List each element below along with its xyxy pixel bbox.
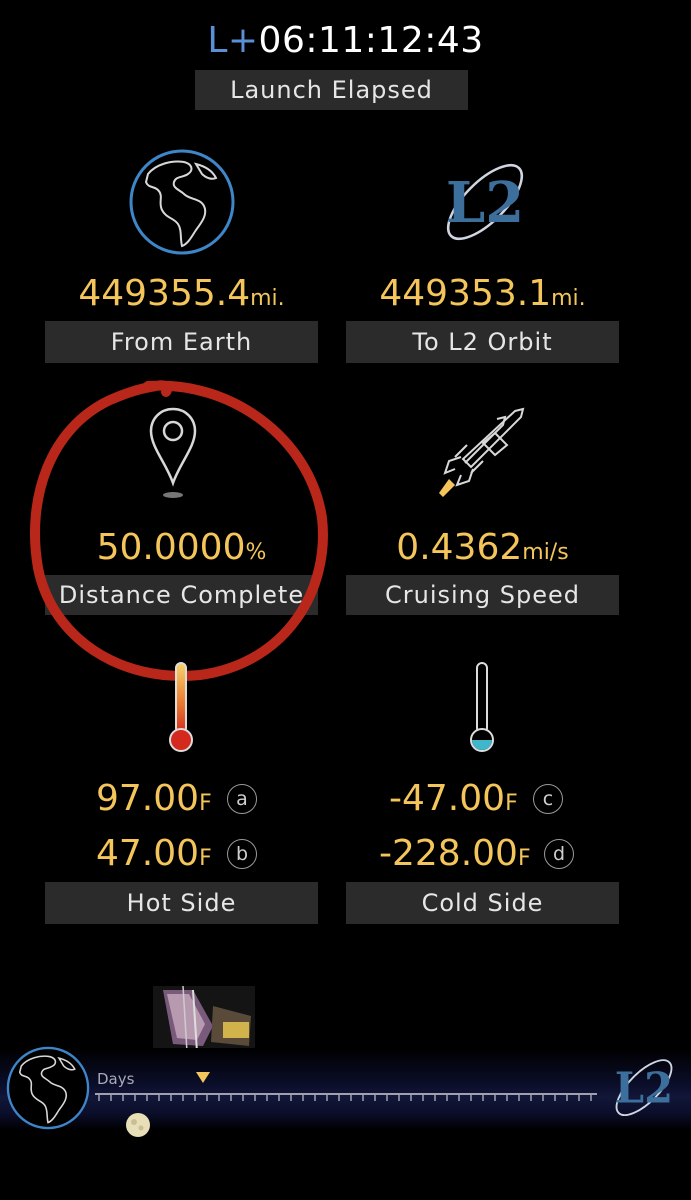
cruising-speed-unit: mi/s bbox=[522, 540, 569, 565]
hot-side-reading-b: 47.00F bbox=[96, 832, 212, 881]
timeline-earth-icon bbox=[4, 1044, 92, 1132]
cold-side-reading-d: -228.00F bbox=[379, 832, 531, 881]
timeline-l2-logo-icon: L2 bbox=[603, 1046, 685, 1130]
telescope-deployment-thumbnail[interactable] bbox=[153, 986, 255, 1054]
timeline-days-label: Days bbox=[97, 1070, 135, 1088]
cruising-speed-value: 0.4362mi/s bbox=[346, 526, 619, 575]
to-l2-label: To L2 Orbit bbox=[346, 321, 619, 363]
cruising-speed-number: 0.4362 bbox=[396, 527, 523, 568]
hot-b-unit: F bbox=[199, 846, 212, 871]
elapsed-prefix: L+ bbox=[207, 20, 259, 61]
timeline-ticks bbox=[95, 1093, 597, 1101]
from-earth-label: From Earth bbox=[45, 321, 318, 363]
l2-logo-icon: L2 bbox=[430, 150, 540, 255]
launch-elapsed-readout: L+06:11:12:43 bbox=[0, 18, 691, 64]
cold-d-value: -228.00 bbox=[379, 833, 518, 874]
cold-side-label: Cold Side bbox=[346, 882, 619, 924]
launch-elapsed-label: Launch Elapsed bbox=[195, 70, 468, 110]
from-earth-unit: mi. bbox=[250, 286, 285, 311]
red-circle-annotation bbox=[30, 378, 330, 683]
hot-a-unit: F bbox=[199, 791, 212, 816]
cold-c-value: -47.00 bbox=[389, 778, 506, 819]
hot-b-value: 47.00 bbox=[96, 833, 200, 874]
to-l2-number: 449353.1 bbox=[379, 273, 552, 314]
elapsed-time: 06:11:12:43 bbox=[258, 20, 484, 61]
rocket-icon bbox=[425, 405, 535, 505]
l2-logo-text: L2 bbox=[446, 170, 524, 236]
timeline-l2-logo-text: L2 bbox=[615, 1064, 673, 1113]
sensor-a-badge[interactable]: a bbox=[227, 784, 257, 814]
to-l2-value: 449353.1mi. bbox=[346, 272, 619, 321]
cold-thermometer-icon bbox=[467, 660, 497, 755]
to-l2-unit: mi. bbox=[551, 286, 586, 311]
cold-side-reading-c: -47.00F bbox=[389, 777, 518, 826]
hot-side-label: Hot Side bbox=[45, 882, 318, 924]
timeline-axis bbox=[95, 1088, 597, 1102]
from-earth-value: 449355.4mi. bbox=[45, 272, 318, 321]
cruising-speed-label: Cruising Speed bbox=[346, 575, 619, 615]
earth-icon bbox=[126, 148, 238, 256]
marker-triangle-icon bbox=[195, 1070, 211, 1084]
cold-c-unit: F bbox=[505, 791, 518, 816]
sensor-c-badge[interactable]: c bbox=[533, 784, 563, 814]
sensor-b-badge[interactable]: b bbox=[227, 839, 257, 869]
hot-thermometer-icon bbox=[166, 660, 196, 755]
hot-side-reading-a: 97.00F bbox=[96, 777, 212, 826]
from-earth-number: 449355.4 bbox=[78, 273, 251, 314]
sensor-d-badge[interactable]: d bbox=[544, 839, 574, 869]
cold-d-unit: F bbox=[517, 846, 531, 871]
moon-icon[interactable] bbox=[125, 1112, 151, 1138]
hot-a-value: 97.00 bbox=[96, 778, 200, 819]
